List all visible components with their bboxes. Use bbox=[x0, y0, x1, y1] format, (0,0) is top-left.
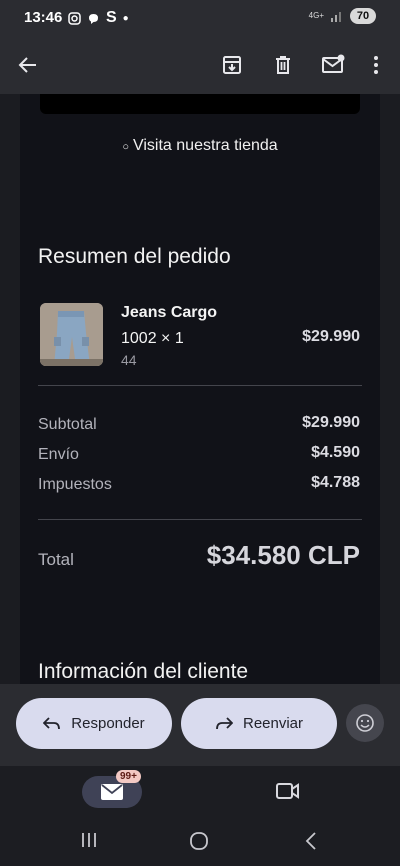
store-link[interactable]: ○ Visita nuestra tienda bbox=[20, 137, 380, 155]
forward-button[interactable]: Reenviar bbox=[181, 698, 337, 749]
shipping-label: Envío bbox=[38, 446, 79, 463]
divider bbox=[38, 385, 362, 386]
recents-icon bbox=[82, 833, 96, 847]
reply-button[interactable]: Responder bbox=[16, 698, 172, 749]
system-navigation-bar bbox=[0, 816, 400, 866]
store-banner bbox=[40, 94, 360, 114]
product-price: $29.990 bbox=[302, 328, 360, 345]
more-options-button[interactable] bbox=[360, 49, 392, 81]
product-variant: 44 bbox=[121, 352, 137, 368]
email-body: ○ Visita nuestra tienda Resumen del pedid… bbox=[20, 94, 380, 684]
back-system-button[interactable] bbox=[304, 831, 318, 856]
mail-badge: 99+ bbox=[116, 770, 141, 783]
jeans-image bbox=[40, 303, 103, 366]
back-button[interactable] bbox=[12, 49, 44, 81]
archive-button[interactable] bbox=[216, 49, 248, 81]
email-toolbar bbox=[0, 36, 400, 94]
threads-icon bbox=[89, 13, 98, 24]
status-right: 4G+ 70 bbox=[309, 8, 376, 24]
total-label: Total bbox=[38, 550, 74, 569]
mark-unread-icon bbox=[322, 54, 345, 73]
bottom-navigation: 99+ bbox=[0, 766, 400, 816]
dot-icon: ● bbox=[122, 12, 129, 24]
signal-icon bbox=[331, 12, 341, 22]
archive-icon bbox=[223, 56, 241, 74]
bullet-icon: ○ bbox=[122, 141, 129, 153]
mark-unread-button[interactable] bbox=[317, 49, 349, 81]
shipping-value: $4.590 bbox=[311, 444, 360, 461]
forward-icon bbox=[216, 716, 233, 729]
product-name: Jeans Cargo bbox=[121, 304, 218, 321]
instagram-icon bbox=[68, 11, 81, 25]
product-quantity: 1002 × 1 bbox=[121, 330, 184, 347]
forward-label: Reenviar bbox=[242, 715, 304, 732]
delete-icon bbox=[276, 56, 290, 74]
store-link-label: Visita nuestra tienda bbox=[132, 137, 278, 154]
subtotal-value: $29.990 bbox=[302, 414, 360, 431]
network-type: 4G+ bbox=[308, 11, 324, 20]
reply-action-bar: Responder Reenviar bbox=[0, 684, 400, 766]
customer-info-title: Información del cliente bbox=[38, 660, 249, 683]
home-button[interactable] bbox=[189, 831, 209, 856]
more-vert-icon bbox=[374, 56, 378, 74]
delete-button[interactable] bbox=[267, 49, 299, 81]
status-bar: 13:46 S ● 4G+ 70 bbox=[0, 0, 400, 36]
subtotal-label: Subtotal bbox=[38, 416, 97, 433]
emoji-reaction-button[interactable] bbox=[346, 704, 384, 742]
smiley-icon bbox=[356, 714, 374, 732]
taxes-label: Impuestos bbox=[38, 476, 112, 493]
notification-icons: S ● bbox=[68, 9, 129, 27]
mail-icon bbox=[101, 784, 123, 800]
status-time: 13:46 bbox=[24, 9, 63, 26]
recent-apps-button[interactable] bbox=[80, 831, 98, 854]
taxes-value: $4.788 bbox=[311, 474, 360, 491]
nav-meet[interactable] bbox=[276, 782, 300, 805]
home-icon bbox=[190, 832, 208, 850]
reply-label: Responder bbox=[71, 715, 145, 732]
divider bbox=[38, 519, 362, 520]
product-image bbox=[40, 303, 103, 366]
battery-indicator: 70 bbox=[350, 8, 376, 24]
total-value: $34.580 CLP bbox=[206, 540, 360, 570]
s-icon: S bbox=[106, 9, 117, 26]
back-chevron-icon bbox=[305, 832, 316, 850]
reply-icon bbox=[43, 716, 61, 729]
video-camera-icon bbox=[276, 783, 299, 799]
order-summary-title: Resumen del pedido bbox=[38, 245, 231, 268]
back-arrow-icon bbox=[18, 57, 36, 73]
